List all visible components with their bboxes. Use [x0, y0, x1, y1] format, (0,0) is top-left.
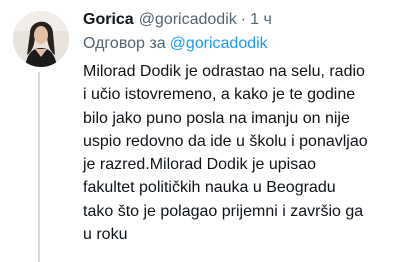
tweet-text-line: Milorad Dodik je odrastao na selu, radio — [83, 63, 365, 80]
timestamp[interactable]: 1 ч — [250, 11, 272, 29]
tweet-text-line: bilo jako puno posla na imanju on nije — [83, 109, 350, 127]
replying-to-mention[interactable]: @goricadodik — [170, 35, 268, 52]
tweet-text: Milorad Dodik je odrastao na selu, radio… — [83, 60, 403, 246]
tweet-text-line: tako što je polagao prijemni i završio g… — [83, 202, 364, 220]
tweet-text-line: i učio istovremeno, a kako je te godine — [83, 86, 356, 104]
tweet-text-line: uspio redovno da ide u školu i ponavljao — [83, 132, 368, 150]
author-handle[interactable]: @goricadodik — [139, 11, 237, 29]
tweet-text-line: fakultet političkih nauka u Beogradu — [83, 179, 336, 197]
avatar[interactable] — [13, 11, 69, 67]
tweet-header: Gorica @goricadodik · 1 ч — [83, 11, 272, 31]
tweet-text-line: je razred.Milorad Dodik je upisao — [83, 156, 316, 174]
replying-to: Одговор за @goricadodik — [83, 35, 268, 53]
replying-to-label: Одговор за — [83, 35, 166, 52]
avatar-image — [13, 11, 69, 67]
author-name[interactable]: Gorica — [83, 11, 134, 29]
tweet-text-line: u roku — [83, 226, 128, 244]
separator-dot: · — [240, 11, 247, 28]
tweet-reply[interactable]: Gorica @goricadodik · 1 ч Одговор за @gor… — [0, 0, 410, 262]
thread-connector-line — [38, 72, 40, 262]
